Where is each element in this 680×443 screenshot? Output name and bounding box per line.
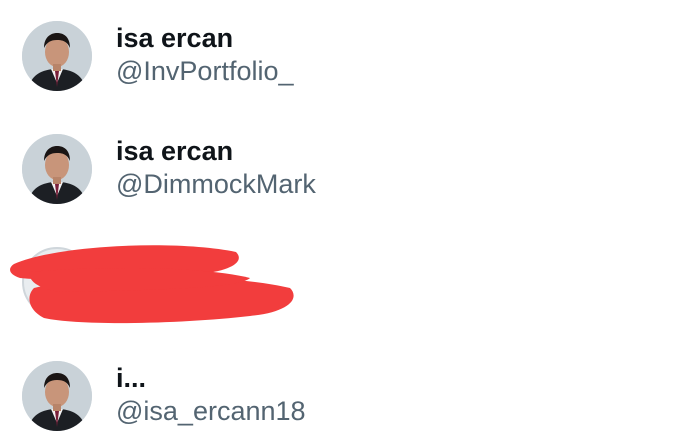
- username-handle[interactable]: @InvPortfolio_: [116, 55, 294, 87]
- account-list-item-redacted[interactable]: [0, 226, 680, 324]
- profile-photo-icon: [22, 361, 92, 431]
- account-list-item[interactable]: isa ercan @InvPortfolio_: [0, 0, 680, 91]
- display-name[interactable]: i...: [116, 362, 146, 394]
- profile-photo-icon: [22, 134, 92, 204]
- profile-photo-icon: [22, 21, 92, 91]
- username-handle[interactable]: @DimmockMark: [116, 168, 316, 200]
- avatar[interactable]: [22, 134, 92, 204]
- avatar[interactable]: [22, 247, 92, 317]
- account-list-item[interactable]: i... @isa_ercann18: [0, 340, 680, 431]
- display-name[interactable]: isa ercan: [116, 135, 233, 167]
- redaction-scribble: [10, 245, 294, 324]
- username-handle[interactable]: @isa_ercann18: [116, 395, 306, 427]
- avatar[interactable]: [22, 361, 92, 431]
- display-name[interactable]: isa ercan: [116, 22, 233, 54]
- account-list-item[interactable]: isa ercan @DimmockMark: [0, 113, 680, 204]
- avatar[interactable]: [22, 21, 92, 91]
